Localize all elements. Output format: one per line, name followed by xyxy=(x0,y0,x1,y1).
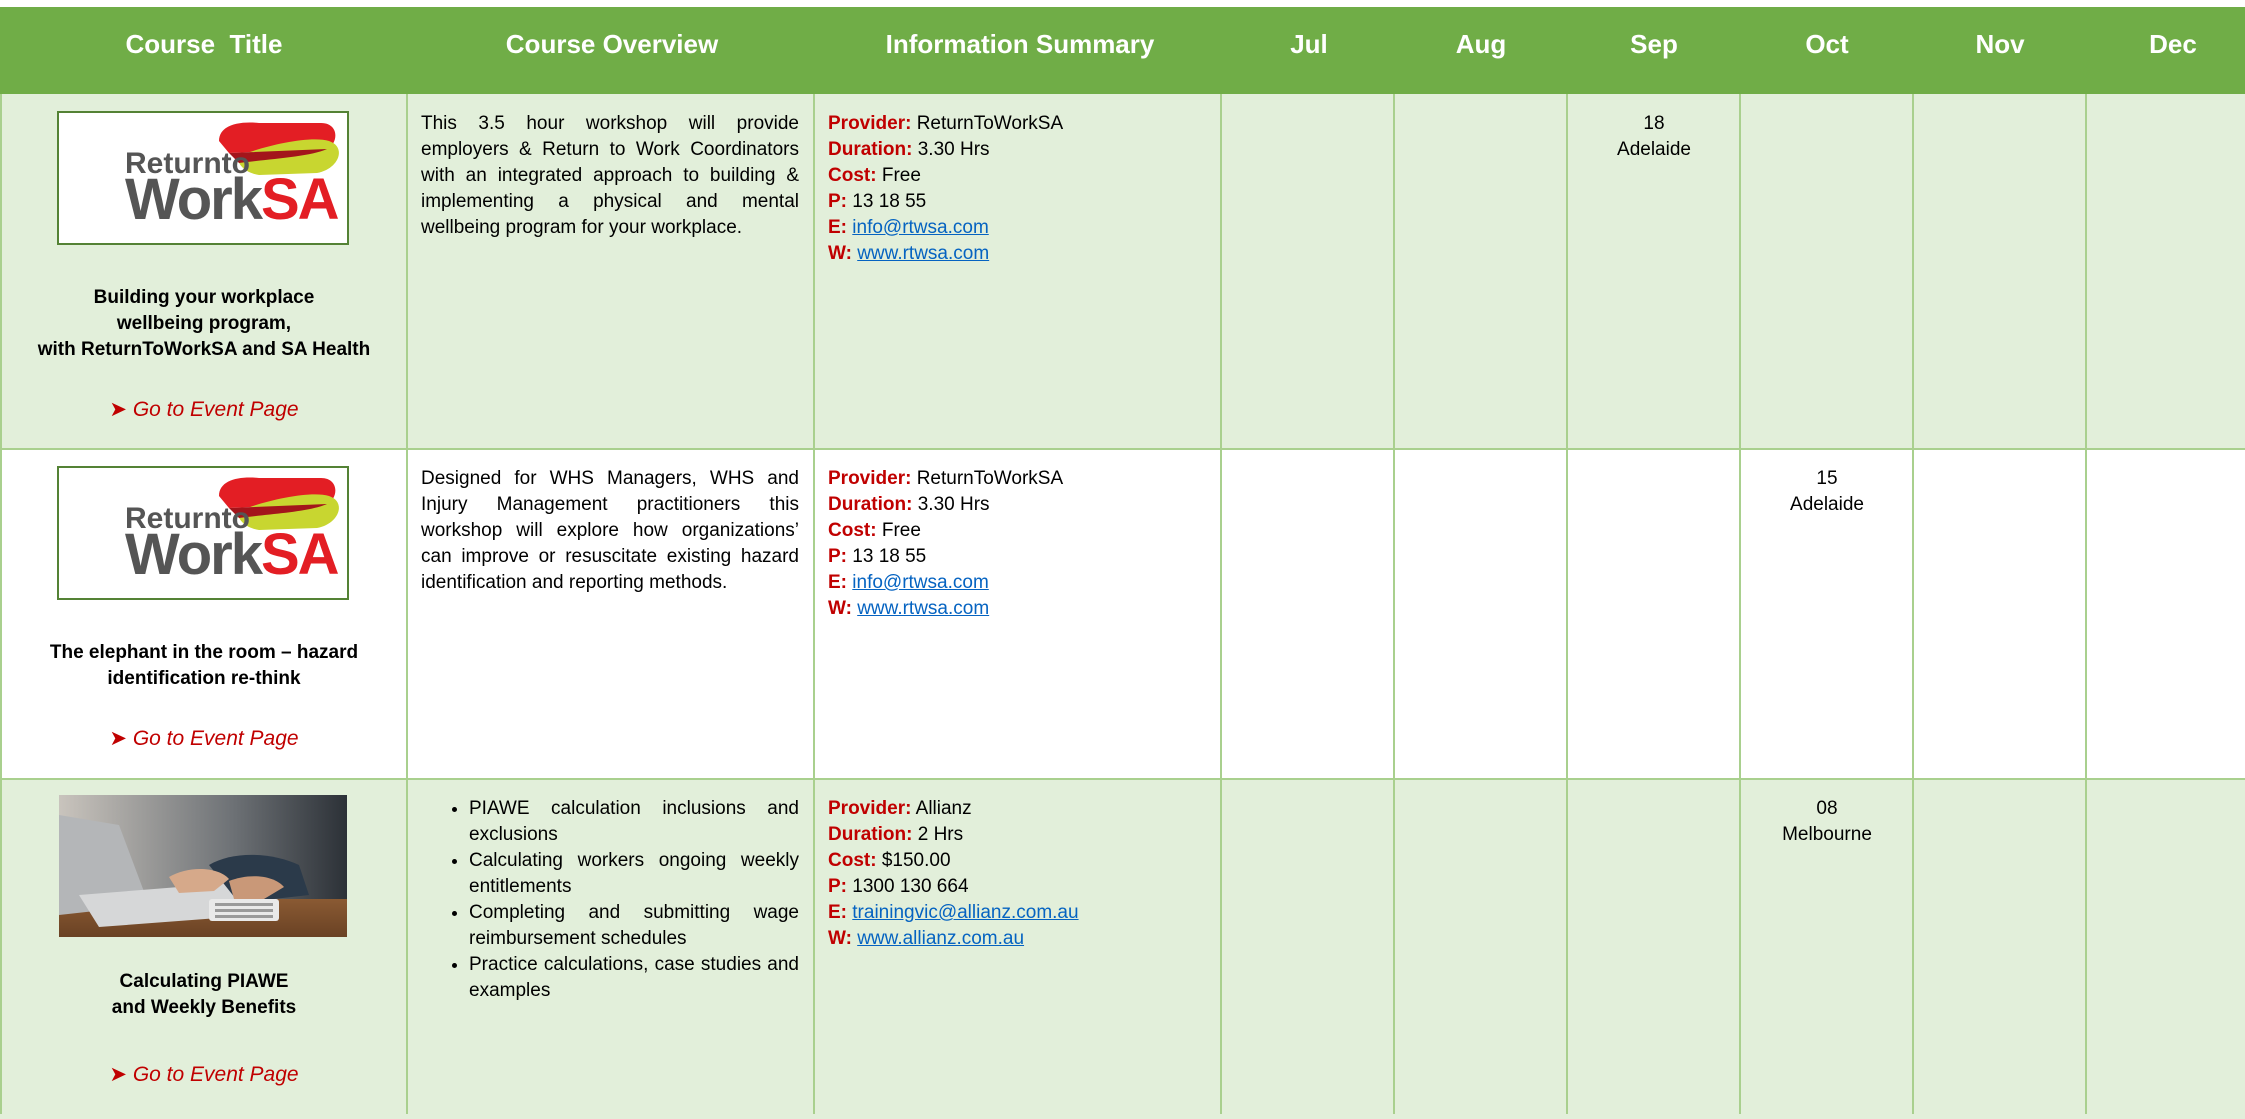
provider-label: Provider: xyxy=(828,468,912,489)
col-jul: Jul xyxy=(1290,28,1328,59)
information-summary: Provider: Allianz Duration: 2 Hrs Cost: … xyxy=(828,796,1208,952)
email-link[interactable]: trainingvic@allianz.com.au xyxy=(852,902,1078,923)
information-summary: Provider: ReturnToWorkSA Duration: 3.30 … xyxy=(828,466,1208,622)
course-overview: Designed for WHS Managers, WHS and Injur… xyxy=(421,468,799,593)
cost-label: Cost: xyxy=(828,850,877,871)
phone-label: P: xyxy=(828,876,847,897)
col-course-overview: Course Overview xyxy=(505,28,719,59)
course-title: Calculating PIAWE and Weekly Benefits xyxy=(111,971,297,1018)
grid-line xyxy=(406,94,408,1114)
web-label: W: xyxy=(828,243,852,264)
phone-value: 13 18 55 xyxy=(852,546,927,567)
cost-value: $150.00 xyxy=(881,850,951,871)
cost-value: Free xyxy=(881,165,921,186)
information-summary: Provider: ReturnToWorkSA Duration: 3.30 … xyxy=(828,111,1208,267)
provider-value: ReturnToWorkSA xyxy=(916,468,1064,489)
provider-value: Allianz xyxy=(915,798,972,819)
email-link[interactable]: info@rtwsa.com xyxy=(852,217,989,238)
web-link[interactable]: www.rtwsa.com xyxy=(857,243,989,264)
duration-value: 3.30 Hrs xyxy=(917,139,990,160)
grid-line xyxy=(0,94,2,1114)
phone-value: 13 18 55 xyxy=(852,191,927,212)
col-aug: Aug xyxy=(1455,28,1507,59)
col-dec: Dec xyxy=(2149,28,2197,59)
date-city: Melbourne xyxy=(1782,824,1872,845)
course-overview-bullets: PIAWE calculation inclusions and exclusi… xyxy=(421,796,799,1004)
svg-text:WorkSA: WorkSA xyxy=(125,167,339,232)
grid-line xyxy=(1739,94,1741,1114)
laptop-photo-icon xyxy=(59,795,347,937)
table-header: Course Title Course Overview Information… xyxy=(0,7,2245,94)
grid-line xyxy=(813,94,815,1114)
email-label: E: xyxy=(828,902,847,923)
list-item: Practice calculations, case studies and … xyxy=(469,952,799,1004)
phone-label: P: xyxy=(828,546,847,567)
date-day: 18 xyxy=(1643,113,1665,134)
date-day: 08 xyxy=(1816,798,1838,819)
grid-line xyxy=(1220,94,1222,1114)
email-label: E: xyxy=(828,572,847,593)
cost-label: Cost: xyxy=(828,520,877,541)
date-city: Adelaide xyxy=(1617,139,1691,160)
date-entry: 15 Adelaide xyxy=(1741,466,1913,518)
phone-label: P: xyxy=(828,191,847,212)
rtwsa-logo-icon: Returnto WorkSA xyxy=(125,122,341,232)
web-link[interactable]: www.allianz.com.au xyxy=(857,928,1024,949)
date-entry: 18 Adelaide xyxy=(1568,111,1740,163)
list-item: Completing and submitting wage reimburse… xyxy=(469,900,799,952)
email-link[interactable]: info@rtwsa.com xyxy=(852,572,989,593)
laptop-photo xyxy=(59,795,347,937)
phone-value: 1300 130 664 xyxy=(852,876,969,897)
date-city: Adelaide xyxy=(1790,494,1864,515)
course-title: The elephant in the room – hazard identi… xyxy=(49,642,359,689)
grid-line xyxy=(1912,94,1914,1114)
col-nov: Nov xyxy=(1975,28,2025,59)
svg-text:WorkSA: WorkSA xyxy=(125,522,339,587)
rtwsa-logo-icon: Returnto WorkSA xyxy=(125,477,341,587)
rtwsa-logo: Returnto WorkSA xyxy=(57,466,349,600)
grid-line xyxy=(2085,94,2087,1114)
provider-label: Provider: xyxy=(828,113,912,134)
web-label: W: xyxy=(828,928,852,949)
duration-value: 2 Hrs xyxy=(917,824,964,845)
duration-label: Duration: xyxy=(828,824,913,845)
go-to-event-link[interactable]: ➤ Go to Event Page xyxy=(0,726,408,752)
list-item: Calculating workers ongoing weekly entit… xyxy=(469,848,799,900)
duration-label: Duration: xyxy=(828,494,913,515)
date-entry: 08 Melbourne xyxy=(1741,796,1913,848)
rtwsa-logo: Returnto WorkSA xyxy=(57,111,349,245)
cost-value: Free xyxy=(881,520,921,541)
email-label: E: xyxy=(828,217,847,238)
duration-label: Duration: xyxy=(828,139,913,160)
provider-label: Provider: xyxy=(828,798,912,819)
web-link[interactable]: www.rtwsa.com xyxy=(857,598,989,619)
go-to-event-link[interactable]: ➤ Go to Event Page xyxy=(0,397,408,423)
course-title: Building your workplace wellbeing progra… xyxy=(37,287,371,360)
go-to-event-link[interactable]: ➤ Go to Event Page xyxy=(0,1062,408,1088)
col-sep: Sep xyxy=(1630,28,1678,59)
col-information-summary: Information Summary xyxy=(885,28,1155,59)
web-label: W: xyxy=(828,598,852,619)
col-course-title: Course Title xyxy=(125,28,283,59)
col-oct: Oct xyxy=(1805,28,1849,59)
duration-value: 3.30 Hrs xyxy=(917,494,990,515)
grid-line xyxy=(0,448,2245,450)
course-overview: This 3.5 hour workshop will provide empl… xyxy=(421,113,799,238)
list-item: PIAWE calculation inclusions and exclusi… xyxy=(469,796,799,848)
grid-line xyxy=(1393,94,1395,1114)
grid-line xyxy=(1566,94,1568,1114)
grid-line xyxy=(0,778,2245,780)
provider-value: ReturnToWorkSA xyxy=(916,113,1064,134)
date-day: 15 xyxy=(1816,468,1838,489)
cost-label: Cost: xyxy=(828,165,877,186)
